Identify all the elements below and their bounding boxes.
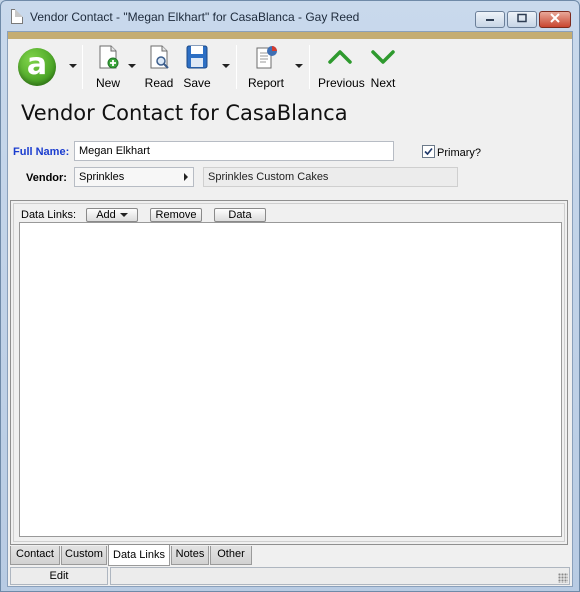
close-icon — [550, 13, 560, 26]
save-menu-arrow-icon[interactable] — [222, 64, 230, 68]
status-message — [110, 567, 570, 585]
tab-notes[interactable]: Notes — [171, 546, 209, 565]
tab-contact[interactable]: Contact — [10, 546, 60, 565]
status-bar: Edit — [8, 567, 572, 587]
full-name-field[interactable]: Megan Elkhart — [74, 141, 394, 161]
title-bar[interactable]: Vendor Contact - "Megan Elkhart" for Cas… — [1, 1, 579, 31]
client-area: a New Read Save Report Previous Next Ven… — [7, 31, 573, 587]
read-label: Read — [144, 76, 174, 90]
new-button[interactable]: New — [92, 44, 124, 90]
toolbar-separator — [236, 45, 237, 89]
close-button[interactable] — [539, 11, 571, 28]
data-links-list[interactable] — [19, 222, 562, 537]
maximize-button[interactable] — [507, 11, 537, 28]
data-links-label: Data Links: — [21, 209, 77, 221]
vendor-label: Vendor: — [26, 172, 67, 184]
vendor-description: Sprinkles Custom Cakes — [203, 167, 458, 187]
data-link-button[interactable]: Data — [214, 208, 266, 222]
save-label: Save — [183, 76, 211, 90]
chevron-up-icon — [318, 44, 362, 73]
report-icon — [246, 44, 286, 73]
primary-label: Primary? — [437, 147, 482, 159]
chevron-right-icon — [184, 173, 188, 181]
primary-checkbox[interactable] — [422, 145, 435, 158]
page-title: Vendor Contact for CasaBlanca — [21, 101, 348, 125]
application-window: Vendor Contact - "Megan Elkhart" for Cas… — [0, 0, 580, 592]
report-label: Report — [247, 76, 285, 90]
toolbar-separator — [82, 45, 83, 89]
add-link-label: Add — [96, 209, 116, 221]
status-mode: Edit — [10, 567, 108, 585]
document-icon — [11, 9, 23, 24]
minimize-button[interactable] — [475, 11, 505, 28]
remove-link-label: Remove — [155, 209, 197, 221]
chevron-down-icon — [119, 213, 128, 218]
tab-custom[interactable]: Custom — [61, 546, 107, 565]
next-button[interactable]: Next — [368, 44, 398, 90]
resize-grip-icon[interactable] — [558, 573, 568, 583]
toolbar-separator — [309, 45, 310, 89]
accent-bar — [8, 32, 572, 39]
checkmark-icon — [424, 147, 433, 156]
save-disk-icon — [180, 44, 214, 73]
add-link-button[interactable]: Add — [86, 208, 138, 222]
window-title: Vendor Contact - "Megan Elkhart" for Cas… — [30, 10, 360, 24]
next-label: Next — [370, 76, 396, 90]
previous-label: Previous — [318, 76, 365, 90]
save-button[interactable]: Save — [180, 44, 214, 90]
read-button[interactable]: Read — [142, 44, 176, 90]
new-menu-arrow-icon[interactable] — [128, 64, 136, 68]
tab-other[interactable]: Other — [210, 546, 252, 565]
maximize-icon — [516, 13, 528, 26]
new-document-icon — [92, 44, 124, 73]
new-label: New — [95, 76, 120, 90]
report-menu-arrow-icon[interactable] — [295, 64, 303, 68]
app-logo-button[interactable]: a — [18, 48, 56, 86]
read-document-icon — [142, 44, 176, 73]
tab-data-links[interactable]: Data Links — [108, 545, 170, 566]
remove-link-button[interactable]: Remove — [150, 208, 202, 222]
full-name-label: Full Name: — [13, 146, 70, 158]
vendor-selector[interactable]: Sprinkles — [74, 167, 194, 187]
data-links-panel: Data Links: Add Remove Data — [10, 200, 568, 545]
logo-menu-arrow-icon[interactable] — [69, 64, 77, 68]
vendor-value: Sprinkles — [79, 171, 125, 183]
report-button[interactable]: Report — [246, 44, 286, 90]
chevron-down-icon — [368, 44, 398, 73]
data-link-label: Data — [228, 209, 252, 221]
toolbar: a New Read Save Report Previous Next — [8, 39, 572, 93]
previous-button[interactable]: Previous — [318, 44, 365, 90]
minimize-icon — [485, 14, 495, 25]
